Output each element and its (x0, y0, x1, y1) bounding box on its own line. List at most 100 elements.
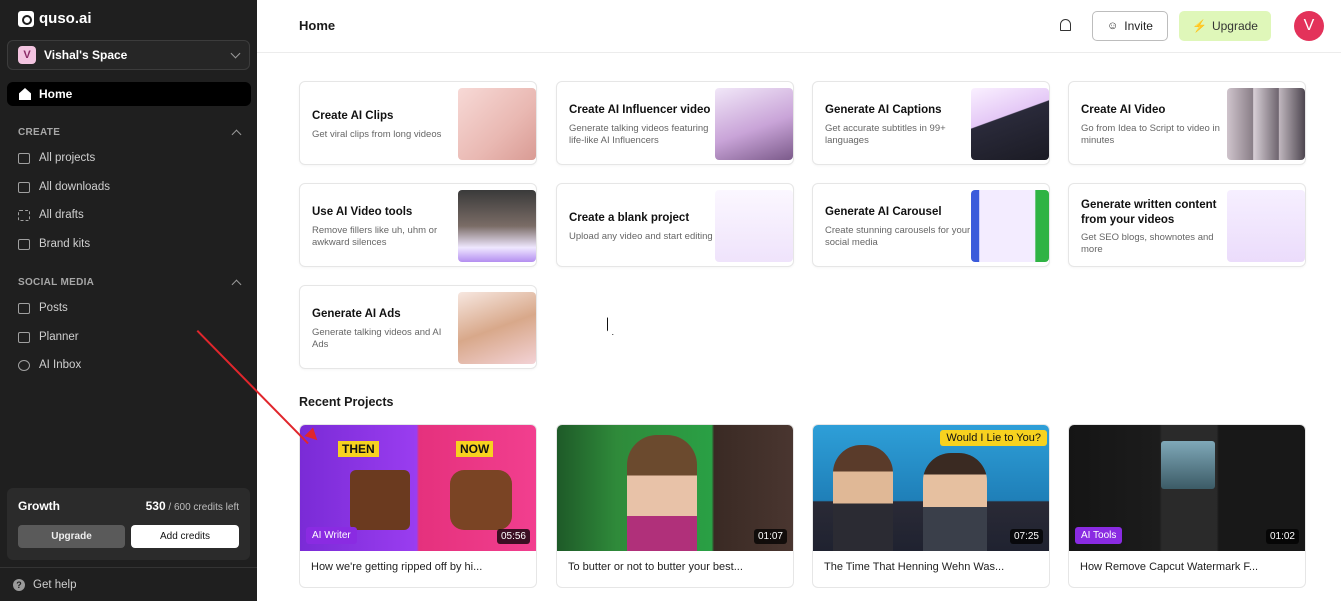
sidebar-item-label: Brand kits (39, 238, 91, 250)
top-header: Home ☺ Invite ⚡ Upgrade V (257, 0, 1341, 53)
sidebar: quso.ai V Vishal's Space Home CREATE All… (0, 0, 257, 601)
project-card[interactable]: AI Tools 01:02 How Remove Capcut Waterma… (1068, 424, 1306, 588)
sidebar-item-all-downloads[interactable]: All downloads (18, 179, 110, 195)
thumbnail-overlay-text: Would I Lie to You? (940, 430, 1047, 446)
project-card[interactable]: 01:07 To butter or not to butter your be… (556, 424, 794, 588)
tool-card-title: Generate AI Ads (312, 308, 401, 320)
thumbnail-overlay-text: NOW (456, 441, 494, 457)
chocolate-image (450, 470, 512, 530)
tool-card-desc: Get accurate subtitles in 99+ languages (825, 123, 946, 146)
chevron-up-icon (231, 129, 242, 139)
tool-card-title: Create AI Influencer video (569, 104, 711, 116)
tool-card-ai-captions[interactable]: Generate AI Captions Get accurate subtit… (812, 81, 1050, 165)
ai-influencer-thumbnail (715, 88, 793, 160)
tool-card-title: Create a blank project (569, 212, 690, 224)
section-label: CREATE (18, 127, 61, 138)
project-name: To butter or not to butter your best... (568, 561, 743, 573)
social-section-header[interactable]: SOCIAL MEDIA (18, 277, 242, 289)
ai-video-thumbnail (1227, 88, 1305, 160)
workspace-avatar: V (18, 46, 36, 64)
folder-icon (18, 152, 30, 164)
draft-icon (18, 209, 30, 221)
ai-clips-thumbnail (458, 88, 536, 160)
upgrade-button[interactable]: ⚡ Upgrade (1179, 11, 1271, 41)
tool-card-ai-influencer[interactable]: Create AI Influencer video Generate talk… (556, 81, 794, 165)
tool-card-desc: Get viral clips from long videos (312, 129, 442, 140)
get-help-label: Get help (33, 579, 77, 591)
tool-card-desc: Upload any video and start editing (569, 231, 713, 242)
invite-button[interactable]: ☺ Invite (1092, 11, 1168, 41)
plan-name: Growth (18, 499, 60, 513)
tool-card-desc: Generate talking videos and AI Ads (312, 327, 442, 350)
tool-card-desc: Go from Idea to Script to video in minut… (1081, 123, 1220, 146)
sidebar-item-all-drafts[interactable]: All drafts (18, 207, 84, 223)
sidebar-item-label: All projects (39, 152, 96, 164)
tool-card-ai-carousel[interactable]: Generate AI Carousel Create stunning car… (812, 183, 1050, 267)
sidebar-item-brand-kits[interactable]: Brand kits (18, 236, 90, 252)
project-name: How Remove Capcut Watermark F... (1080, 561, 1259, 573)
project-card[interactable]: Would I Lie to You? 07:25 The Time That … (812, 424, 1050, 588)
chevron-up-icon (231, 279, 242, 289)
tool-card-title: Generate AI Captions (825, 104, 942, 116)
tool-card-title: Create AI Clips (312, 110, 394, 122)
sidebar-item-label: All drafts (39, 209, 84, 221)
sidebar-upgrade-button[interactable]: Upgrade (18, 525, 125, 548)
project-duration: 01:02 (1265, 529, 1299, 544)
tool-card-ai-ads[interactable]: Generate AI Ads Generate talking videos … (299, 285, 537, 369)
tool-card-desc: Generate talking videos featuring life-l… (569, 123, 709, 146)
credits-readout: 530 / 600 credits left (146, 499, 239, 513)
person-image (833, 445, 893, 551)
tool-card-blank-project[interactable]: Create a blank project Upload any video … (556, 183, 794, 267)
user-avatar[interactable]: V (1294, 11, 1324, 41)
project-duration: 01:07 (753, 529, 787, 544)
create-section-header[interactable]: CREATE (18, 127, 242, 139)
ai-video-tools-thumbnail (458, 190, 536, 262)
person-image (923, 453, 987, 551)
project-tag: AI Tools (1075, 527, 1123, 544)
home-icon (19, 88, 31, 100)
chat-icon (18, 359, 30, 371)
project-tag: AI Writer (306, 527, 357, 544)
ai-captions-thumbnail (971, 88, 1049, 160)
quso-logo[interactable]: quso.ai (18, 10, 92, 27)
blank-project-thumbnail (715, 190, 793, 262)
ai-ads-thumbnail (458, 292, 536, 364)
credits-suffix: / 600 credits left (168, 502, 239, 513)
tool-card-written-content[interactable]: Generate written content from your video… (1068, 183, 1306, 267)
ai-carousel-thumbnail (971, 190, 1049, 262)
page-title: Home (299, 18, 336, 33)
tool-card-title: Create AI Video (1081, 104, 1166, 116)
tool-card-ai-clips[interactable]: Create AI Clips Get viral clips from lon… (299, 81, 537, 165)
project-duration: 05:56 (496, 529, 530, 544)
sidebar-divider (0, 567, 257, 568)
sidebar-item-all-projects[interactable]: All projects (18, 150, 95, 166)
download-icon (18, 181, 30, 193)
tool-card-ai-video-tools[interactable]: Use AI Video tools Remove fillers like u… (299, 183, 537, 267)
workspace-name: Vishal's Space (44, 48, 128, 62)
upgrade-label: Upgrade (1211, 19, 1258, 33)
workspace-selector[interactable]: V Vishal's Space (7, 40, 250, 70)
bell-icon[interactable] (1060, 19, 1071, 31)
credits-count: 530 (145, 499, 166, 513)
project-name: How we're getting ripped off by hi... (311, 561, 483, 573)
calendar-icon (18, 331, 30, 343)
get-help-link[interactable]: ? Get help (13, 579, 76, 591)
invite-label: Invite (1124, 19, 1153, 33)
add-credits-button[interactable]: Add credits (131, 525, 239, 548)
project-card[interactable]: THEN NOW AI Writer 05:56 How we're getti… (299, 424, 537, 588)
sidebar-item-planner[interactable]: Planner (18, 329, 79, 345)
tool-card-ai-video[interactable]: Create AI Video Go from Idea to Script t… (1068, 81, 1306, 165)
plan-panel: Growth 530 / 600 credits left Upgrade Ad… (7, 488, 250, 560)
lightning-icon: ⚡ (1192, 19, 1207, 33)
sidebar-item-label: AI Inbox (39, 359, 82, 371)
project-duration: 07:25 (1009, 529, 1043, 544)
chevron-down-icon (230, 48, 241, 58)
sidebar-item-label: Posts (39, 302, 68, 314)
project-name: The Time That Henning Wehn Was... (824, 561, 1005, 573)
sidebar-item-label: All downloads (39, 181, 110, 193)
chocolate-image (350, 470, 410, 530)
sidebar-item-ai-inbox[interactable]: AI Inbox (18, 357, 81, 373)
sidebar-item-posts[interactable]: Posts (18, 300, 68, 316)
sidebar-item-home[interactable]: Home (7, 82, 251, 106)
section-label: SOCIAL MEDIA (18, 277, 95, 288)
